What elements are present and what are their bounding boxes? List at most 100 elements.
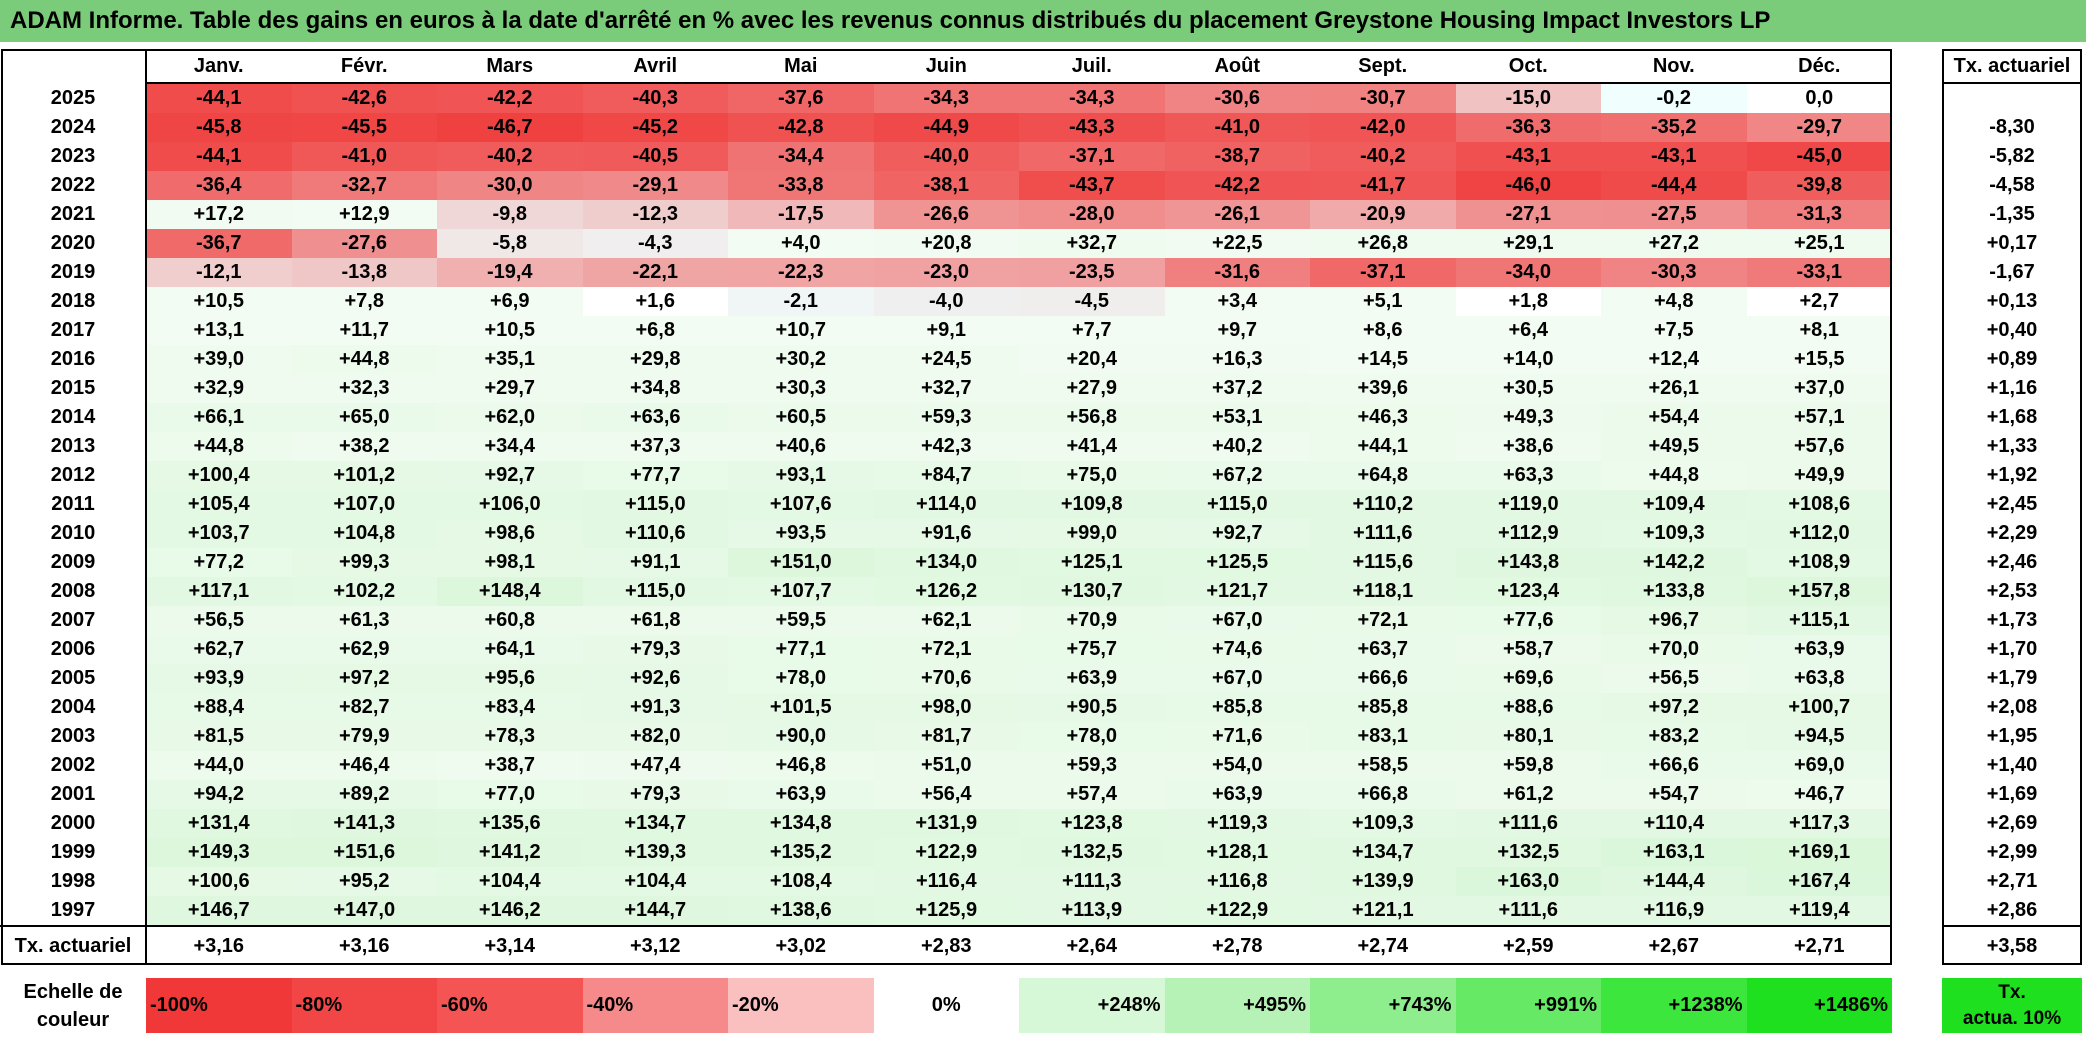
table-cell: +14,5 bbox=[1310, 345, 1456, 374]
table-cell: -23,0 bbox=[873, 258, 1019, 287]
table-cell: +113,9 bbox=[1019, 896, 1165, 925]
table-cell: -33,1 bbox=[1746, 258, 1892, 287]
table-cell: -29,7 bbox=[1746, 113, 1892, 142]
table-cell: +144,4 bbox=[1601, 867, 1747, 896]
table-cell: +25,1 bbox=[1746, 229, 1892, 258]
year-label: 2021 bbox=[0, 200, 146, 229]
table-cell: -34,3 bbox=[873, 84, 1019, 113]
year-label: 2010 bbox=[0, 519, 146, 548]
table-cell: +66,6 bbox=[1601, 751, 1747, 780]
table-cell: +111,3 bbox=[1019, 867, 1165, 896]
table-cell: +78,3 bbox=[437, 722, 583, 751]
table-cell: +91,3 bbox=[582, 693, 728, 722]
month-header: Juil. bbox=[1019, 49, 1165, 84]
color-scale-step: +1486% bbox=[1746, 978, 1892, 1033]
year-label: 1999 bbox=[0, 838, 146, 867]
table-cell: -42,8 bbox=[728, 113, 874, 142]
table-cell: +29,7 bbox=[437, 374, 583, 403]
table-cell: +70,6 bbox=[873, 664, 1019, 693]
summary-cell: +3,16 bbox=[291, 925, 437, 965]
table-cell: +116,4 bbox=[873, 867, 1019, 896]
table-cell: +27,9 bbox=[1019, 374, 1165, 403]
table-cell: +135,2 bbox=[728, 838, 874, 867]
color-scale-step: -60% bbox=[437, 978, 583, 1033]
table-cell: -32,7 bbox=[291, 171, 437, 200]
table-cell: +119,4 bbox=[1746, 896, 1892, 925]
table-cell: +85,8 bbox=[1310, 693, 1456, 722]
table-cell: +69,0 bbox=[1746, 751, 1892, 780]
rate-cell: +2,45 bbox=[1942, 490, 2082, 519]
table-cell: +69,6 bbox=[1455, 664, 1601, 693]
month-header: Avril bbox=[582, 49, 728, 84]
table-cell: +46,4 bbox=[291, 751, 437, 780]
table-cell: +121,1 bbox=[1310, 896, 1456, 925]
rate-cell: +2,86 bbox=[1942, 896, 2082, 925]
color-scale-step: -100% bbox=[146, 978, 292, 1033]
table-cell: +29,8 bbox=[582, 345, 728, 374]
table-cell: +115,0 bbox=[1164, 490, 1310, 519]
table-cell: +26,1 bbox=[1601, 374, 1747, 403]
table-cell: +93,9 bbox=[146, 664, 292, 693]
table-cell: +82,0 bbox=[582, 722, 728, 751]
table-cell: +92,7 bbox=[437, 461, 583, 490]
table-cell: +72,1 bbox=[1310, 606, 1456, 635]
table-cell: +70,9 bbox=[1019, 606, 1165, 635]
rate-cell: +1,70 bbox=[1942, 635, 2082, 664]
summary-cell: +3,12 bbox=[582, 925, 728, 965]
year-label: 2014 bbox=[0, 403, 146, 432]
table-cell: -37,1 bbox=[1310, 258, 1456, 287]
summary-cell: +2,64 bbox=[1019, 925, 1165, 965]
table-cell: -27,1 bbox=[1455, 200, 1601, 229]
table-cell: -38,1 bbox=[873, 171, 1019, 200]
table-cell: +134,7 bbox=[582, 809, 728, 838]
table-cell: +60,5 bbox=[728, 403, 874, 432]
table-cell: -29,1 bbox=[582, 171, 728, 200]
table-cell: -34,0 bbox=[1455, 258, 1601, 287]
table-cell: +110,6 bbox=[582, 519, 728, 548]
year-label: 2022 bbox=[0, 171, 146, 200]
rate-cell: +2,08 bbox=[1942, 693, 2082, 722]
rate-cell: -8,30 bbox=[1942, 113, 2082, 142]
table-cell: +121,7 bbox=[1164, 577, 1310, 606]
table-cell: +34,8 bbox=[582, 374, 728, 403]
table-cell: +81,7 bbox=[873, 722, 1019, 751]
table-cell: +102,2 bbox=[291, 577, 437, 606]
table-cell: +100,7 bbox=[1746, 693, 1892, 722]
table-cell: -41,0 bbox=[291, 142, 437, 171]
table-cell: +29,1 bbox=[1455, 229, 1601, 258]
table-cell: +97,2 bbox=[1601, 693, 1747, 722]
rate-cell: +2,53 bbox=[1942, 577, 2082, 606]
color-scale-step: -20% bbox=[728, 978, 874, 1033]
table-cell: +7,7 bbox=[1019, 316, 1165, 345]
year-label: 2003 bbox=[0, 722, 146, 751]
table-cell: +157,8 bbox=[1746, 577, 1892, 606]
table-cell: +163,1 bbox=[1601, 838, 1747, 867]
table-cell: +94,2 bbox=[146, 780, 292, 809]
year-label: 2006 bbox=[0, 635, 146, 664]
table-cell: -31,6 bbox=[1164, 258, 1310, 287]
table-cell: -12,3 bbox=[582, 200, 728, 229]
table-cell: +88,4 bbox=[146, 693, 292, 722]
table-cell: +103,7 bbox=[146, 519, 292, 548]
table-cell: -39,8 bbox=[1746, 171, 1892, 200]
table-cell: -44,1 bbox=[146, 84, 292, 113]
year-label: 2024 bbox=[0, 113, 146, 142]
table-cell: +77,7 bbox=[582, 461, 728, 490]
table-cell: +61,8 bbox=[582, 606, 728, 635]
table-cell: +14,0 bbox=[1455, 345, 1601, 374]
table-cell: +109,3 bbox=[1310, 809, 1456, 838]
rate-cell: +1,95 bbox=[1942, 722, 2082, 751]
table-cell: -40,5 bbox=[582, 142, 728, 171]
table-cell: +117,3 bbox=[1746, 809, 1892, 838]
table-cell: +57,6 bbox=[1746, 432, 1892, 461]
table-cell: +134,7 bbox=[1310, 838, 1456, 867]
table-cell: +62,0 bbox=[437, 403, 583, 432]
year-label: 2008 bbox=[0, 577, 146, 606]
year-label: 2002 bbox=[0, 751, 146, 780]
table-cell: +62,1 bbox=[873, 606, 1019, 635]
table-cell: +32,7 bbox=[873, 374, 1019, 403]
table-cell: +38,7 bbox=[437, 751, 583, 780]
table-cell: +141,2 bbox=[437, 838, 583, 867]
table-cell: +63,3 bbox=[1455, 461, 1601, 490]
table-cell: -38,7 bbox=[1164, 142, 1310, 171]
